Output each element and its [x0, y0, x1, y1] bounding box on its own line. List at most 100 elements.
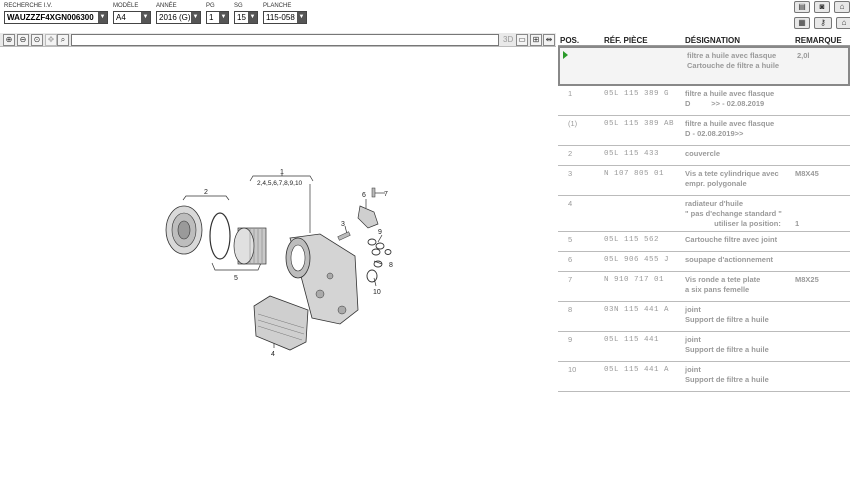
table-row[interactable]: 10 05L 115 441 A joint Support de filtre a… [558, 362, 850, 392]
search-icon[interactable]: ⌕ [57, 34, 69, 46]
shop-icon[interactable]: ⌂ [836, 17, 850, 29]
callout-5[interactable]: 5 [234, 275, 238, 282]
keyboard-icon[interactable]: ▦ [794, 17, 810, 29]
zoom-area-icon[interactable]: ⊙ [31, 34, 43, 46]
row-pos: 8 [568, 305, 573, 314]
chevron-down-icon[interactable]: ▼ [98, 12, 107, 23]
chevron-down-icon[interactable]: ▼ [141, 12, 150, 23]
header-rem[interactable]: REMARQUE [795, 36, 842, 46]
table-row[interactable]: 3 N 107 805 01 Vis a tete cylindrique avec… [558, 166, 850, 196]
callout-2[interactable]: 2 [204, 189, 208, 196]
chevron-down-icon[interactable]: ▼ [191, 12, 200, 23]
row-pos: 4 [568, 199, 573, 208]
year-value: 2016 (G) [159, 13, 191, 22]
screw-part[interactable] [337, 231, 351, 241]
catalog-icon[interactable]: ◙ [814, 1, 830, 13]
row-ref: 03N 115 441 A [604, 306, 670, 314]
printer-icon[interactable]: ▤ [794, 1, 810, 13]
oil-cooler-part[interactable] [253, 295, 309, 351]
row-desig: couvercle [685, 149, 721, 158]
row-ref: 05L 115 389 AB [604, 120, 675, 128]
callout-7[interactable]: 7 [384, 191, 388, 198]
table-row[interactable]: 2 05L 115 433 couvercle [558, 146, 850, 166]
row-pos: 9 [568, 335, 573, 344]
cap-seal-ring[interactable] [209, 212, 231, 260]
header-desig[interactable]: DÉSIGNATION [685, 36, 740, 46]
chevron-down-icon[interactable]: ▼ [248, 12, 257, 23]
exploded-view-diagram: 1 2,4,5,6,7,8,9,10 2 3 4 5 6 7 8 9 10 [165, 169, 393, 358]
header-pos[interactable]: POS. [560, 36, 579, 46]
cap-part[interactable] [165, 205, 203, 255]
key-icon[interactable]: ⚷ [814, 17, 832, 29]
zoom-in-icon[interactable]: ⊕ [3, 34, 15, 46]
row-desig: Cartouche filtre avec joint [685, 235, 778, 244]
model-value: A4 [116, 13, 126, 22]
row-pos: (1) [568, 119, 578, 128]
seal-ring-9a[interactable] [367, 238, 377, 246]
shop-icon[interactable]: ⌂ [834, 1, 850, 13]
fit-icon[interactable]: ⇹ [543, 34, 555, 46]
year-select[interactable]: 2016 (G) ▼ [156, 11, 201, 24]
callout-8[interactable]: 8 [389, 262, 393, 269]
table-row[interactable]: 1 05L 115 389 G filtre a huile avec flasqu… [558, 86, 850, 116]
table-row[interactable]: 7 N 910 717 01 Vis ronde a tete plate a si… [558, 272, 850, 302]
callout-4[interactable]: 4 [271, 351, 275, 358]
plate-select[interactable]: 115-058 ▼ [263, 11, 307, 24]
screw-small-part[interactable] [371, 187, 376, 198]
sg-select[interactable]: 15 ▼ [234, 11, 258, 24]
drawing-search-input[interactable] [71, 34, 499, 46]
row-ref: 05L 115 441 [604, 336, 660, 344]
row-pos: 6 [568, 255, 573, 264]
row-ref: N 910 717 01 [604, 276, 665, 284]
callout-1[interactable]: 1 [280, 169, 284, 176]
row-desig: filtre a huile avec flasque D - 02.08.20… [685, 119, 775, 138]
filter-model: MODÈLE A4 ▼ [113, 2, 151, 24]
callout-3[interactable]: 3 [341, 221, 345, 228]
header-ref[interactable]: RÉF. PIÈCE [604, 36, 648, 46]
table-row[interactable]: 6 05L 906 455 J soupape d'actionnement [558, 252, 850, 272]
plate-value: 115-058 [266, 13, 295, 22]
filter-sg: SG 15 ▼ [234, 2, 258, 24]
seal-ring-9d[interactable] [384, 249, 392, 255]
row-desig: joint Support de filtre a huile [685, 335, 769, 354]
pg-select[interactable]: 1 ▼ [206, 11, 229, 24]
pan-icon[interactable]: ✥ [45, 34, 57, 46]
zoom-out-icon[interactable]: ⊖ [17, 34, 29, 46]
seal-ring-9b[interactable] [375, 242, 385, 250]
callout-10[interactable]: 10 [373, 289, 381, 296]
table-row[interactable]: filtre a huile avec flasque Cartouche de… [558, 46, 850, 86]
row-desig: filtre a huile avec flasque D >> - 02.08… [685, 89, 775, 108]
filter-plate-label: PLANCHE [263, 3, 292, 9]
seal-ring-9c[interactable] [371, 248, 381, 256]
seal-ring-10[interactable] [366, 269, 378, 283]
viewer-toolbar: ⊕ ⊖ ⊙ ✥ ⌕ 3D ▭ ⊞ ⇹ [0, 33, 556, 47]
vin-value: WAUZZZF4XGN006300 [7, 13, 94, 22]
row-pos: 3 [568, 169, 573, 178]
callout-6[interactable]: 6 [362, 192, 366, 199]
model-select[interactable]: A4 ▼ [113, 11, 151, 24]
table-row[interactable]: (1) 05L 115 389 AB filtre a huile avec fla… [558, 116, 850, 146]
callout-9[interactable]: 9 [378, 229, 382, 236]
valve-part[interactable] [357, 205, 379, 229]
pg-value: 1 [209, 13, 214, 22]
row-ref: 05L 115 441 A [604, 366, 670, 374]
3d-toggle[interactable]: 3D [503, 34, 513, 46]
row-desig: joint Support de filtre a huile [685, 305, 769, 324]
table-row[interactable]: 9 05L 115 441 joint Support de filtre a hu… [558, 332, 850, 362]
chevron-down-icon[interactable]: ▼ [219, 12, 228, 23]
row-rem: 2,0l [797, 51, 810, 60]
table-row[interactable]: 5 05L 115 562 Cartouche filtre avec joint [558, 232, 850, 252]
filter-cartridge-part[interactable] [233, 227, 267, 265]
grid-icon[interactable]: ⊞ [530, 34, 542, 46]
row-desig: filtre a huile avec flasque Cartouche de… [687, 51, 780, 70]
list-icon[interactable]: ▭ [516, 34, 528, 46]
top-right-toolbar: ▤ ◙ ⌂ ▦ ⚷ ⌂ [790, 0, 850, 34]
vin-input[interactable]: WAUZZZF4XGN006300 ▼ [4, 11, 108, 24]
chevron-down-icon[interactable]: ▼ [297, 12, 306, 23]
table-row[interactable]: 8 03N 115 441 A joint Support de filtre a … [558, 302, 850, 332]
row-pos: 5 [568, 235, 573, 244]
filter-model-label: MODÈLE [113, 3, 139, 9]
table-row[interactable]: 4 radiateur d'huile " pas d'echange stand… [558, 196, 850, 232]
row-desig: Vis a tete cylindrique avec empr. polygo… [685, 169, 779, 188]
seal-ring-8[interactable] [373, 260, 383, 268]
